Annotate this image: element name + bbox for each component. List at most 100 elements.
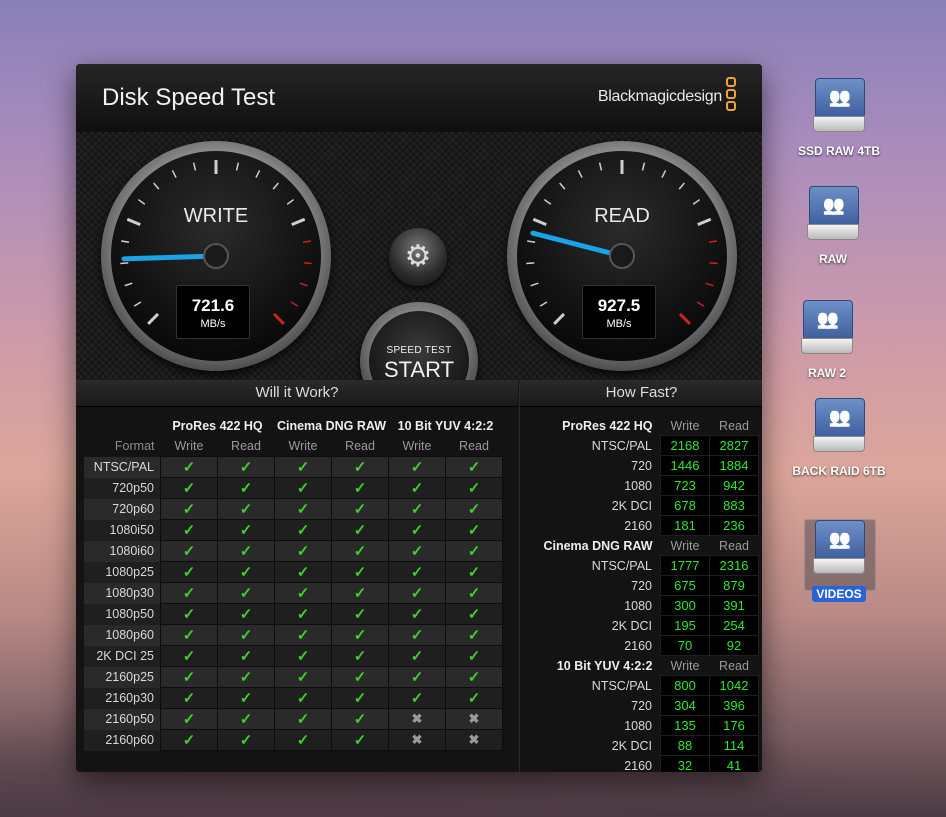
- compat-cell: ✓: [160, 645, 218, 667]
- check-icon: ✓: [353, 690, 367, 707]
- check-icon: ✓: [296, 522, 310, 539]
- read-value: 254: [709, 615, 759, 636]
- compat-cell: ✓: [160, 540, 218, 562]
- desktop-drive-icon[interactable]: 👥 VIDEOS: [784, 520, 894, 602]
- write-value: 2168: [660, 435, 710, 456]
- check-icon: ✓: [296, 732, 310, 749]
- gauge-tick: [692, 198, 701, 205]
- gauge-tick: [302, 240, 311, 243]
- compat-cell: ✓: [331, 708, 389, 730]
- compat-cell: ✓: [331, 519, 389, 541]
- gauge-tick: [598, 162, 603, 171]
- check-icon: ✓: [410, 648, 424, 665]
- drive-top: 👥: [803, 300, 853, 340]
- format-label: 720: [631, 578, 652, 593]
- how-fast-title: How Fast?: [520, 380, 762, 407]
- cross-icon: ✖: [468, 732, 480, 747]
- gauge-tick: [641, 162, 646, 171]
- compat-cell: ✓: [388, 561, 446, 583]
- format-label: 1080p25: [84, 561, 161, 583]
- check-icon: ✓: [296, 480, 310, 497]
- write-value: 675: [660, 575, 710, 596]
- check-icon: ✓: [467, 564, 481, 581]
- write-col-header: Write: [670, 418, 700, 433]
- check-icon: ✓: [467, 459, 481, 476]
- compat-cell: ✓: [274, 456, 332, 478]
- check-icon: ✓: [296, 669, 310, 686]
- group-header: 10 Bit YUV 4:2:2: [397, 419, 494, 433]
- check-icon: ✓: [353, 648, 367, 665]
- compat-cell: ✓: [331, 561, 389, 583]
- compat-cell: ✓: [160, 456, 218, 478]
- compat-cell: ✓: [160, 582, 218, 604]
- format-label: 1080: [624, 718, 652, 733]
- check-icon: ✓: [467, 480, 481, 497]
- table-row: 1080 135 176: [524, 715, 759, 736]
- compat-cell: ✓: [217, 645, 275, 667]
- check-icon: ✓: [182, 732, 196, 749]
- table-row: 2160 181 236: [524, 515, 759, 536]
- check-icon: ✓: [239, 585, 253, 602]
- write-value: 723: [660, 475, 710, 496]
- table-row: 2160p50 ✓ ✓ ✓ ✓ ✖ ✖: [84, 708, 503, 730]
- table-row: 2K DCI 195 254: [524, 615, 759, 636]
- compat-cell: ✓: [217, 477, 275, 499]
- write-value: 1446: [660, 455, 710, 476]
- check-icon: ✓: [410, 522, 424, 539]
- compat-cell: ✓: [274, 540, 332, 562]
- read-col-header: Read: [719, 658, 749, 673]
- write-value: 88: [660, 735, 710, 756]
- format-label: NTSC/PAL: [591, 438, 652, 453]
- compat-cell: ✓: [217, 582, 275, 604]
- check-icon: ✓: [296, 711, 310, 728]
- gauge-tick: [696, 301, 705, 307]
- check-icon: ✓: [239, 627, 253, 644]
- desktop-icon-label-text: RAW: [819, 252, 847, 266]
- gauge-tick: [286, 198, 295, 205]
- read-value: 92: [709, 635, 759, 656]
- format-label: 2160p50: [84, 708, 161, 730]
- check-icon: ✓: [182, 711, 196, 728]
- format-label: NTSC/PAL: [591, 678, 652, 693]
- check-icon: ✓: [353, 669, 367, 686]
- compat-cell: ✓: [160, 498, 218, 520]
- compat-cell: ✓: [274, 708, 332, 730]
- write-value: 135: [660, 715, 710, 736]
- compat-cell: ✓: [160, 687, 218, 709]
- will-it-work-title: Will it Work?: [76, 380, 518, 407]
- desktop-drive-icon[interactable]: 👥 RAW: [778, 186, 888, 266]
- compat-cell: ✓: [388, 519, 446, 541]
- desktop-drive-icon[interactable]: 👥 RAW 2: [772, 300, 882, 380]
- compat-cell: ✓: [445, 477, 503, 499]
- compat-cell: ✓: [445, 582, 503, 604]
- write-value: 70: [660, 635, 710, 656]
- read-value: 1042: [709, 675, 759, 696]
- compat-cell: ✓: [445, 498, 503, 520]
- compat-cell: ✓: [331, 666, 389, 688]
- read-value: 879: [709, 575, 759, 596]
- read-value: 2316: [709, 555, 759, 576]
- desktop-icon-label: RAW: [778, 252, 888, 266]
- format-label: 2160: [624, 638, 652, 653]
- desktop-drive-icon[interactable]: 👥 BACK RAID 6TB: [784, 398, 894, 478]
- table-row: 1080p25 ✓ ✓ ✓ ✓ ✓ ✓: [84, 561, 503, 583]
- table-row: 720 304 396: [524, 695, 759, 716]
- people-icon: 👥: [828, 407, 852, 427]
- check-icon: ✓: [353, 564, 367, 581]
- compat-cell: ✓: [217, 687, 275, 709]
- compat-cell: ✓: [445, 666, 503, 688]
- check-icon: ✓: [239, 459, 253, 476]
- compat-cell: ✓: [331, 645, 389, 667]
- write-value: 195: [660, 615, 710, 636]
- check-icon: ✓: [239, 543, 253, 560]
- desktop-drive-icon[interactable]: 👥 SSD RAW 4TB: [784, 78, 894, 158]
- settings-button[interactable]: ⚙: [389, 228, 447, 286]
- table-row: 1080p60 ✓ ✓ ✓ ✓ ✓ ✓: [84, 624, 503, 646]
- read-needle-hub: [609, 243, 635, 269]
- sub-header: Write: [288, 439, 318, 453]
- gauge-tick: [303, 262, 312, 265]
- compat-cell: ✓: [274, 561, 332, 583]
- check-icon: ✓: [182, 627, 196, 644]
- write-gauge: WRITE 721.6 MB/s: [101, 141, 331, 371]
- gauge-tick: [577, 170, 583, 178]
